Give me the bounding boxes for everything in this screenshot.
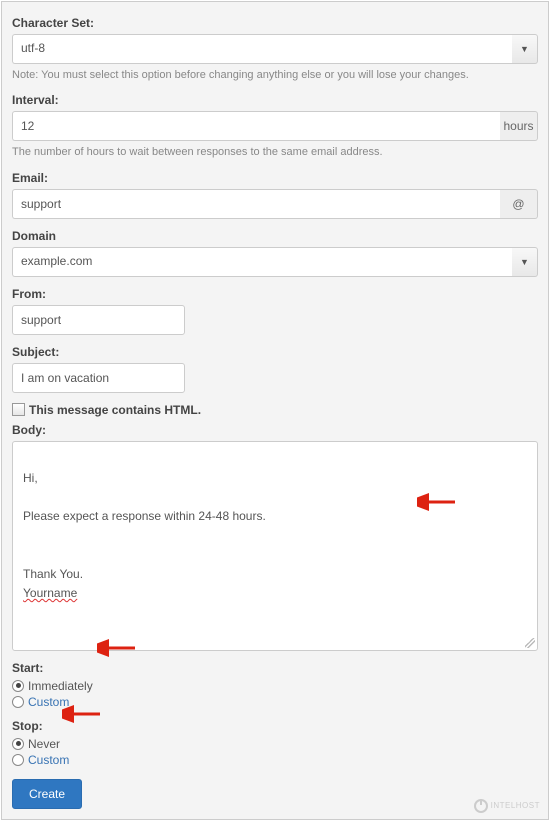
subject-label: Subject:	[12, 345, 538, 359]
charset-group: Character Set: utf-8 ▼ Note: You must se…	[12, 16, 538, 83]
start-group: Start: Immediately Custom	[12, 661, 538, 709]
domain-label: Domain	[12, 229, 538, 243]
body-textarea[interactable]: Hi, Please expect a response within 24-4…	[12, 441, 538, 651]
body-line4: Yourname	[23, 586, 77, 600]
subject-input[interactable]	[12, 363, 185, 393]
interval-label: Interval:	[12, 93, 538, 107]
interval-unit: hours	[500, 111, 538, 141]
start-label: Start:	[12, 661, 538, 675]
interval-group: Interval: hours The number of hours to w…	[12, 93, 538, 160]
html-checkbox-line[interactable]: This message contains HTML.	[12, 403, 538, 417]
body-line1: Hi,	[23, 471, 38, 485]
radio-icon[interactable]	[12, 754, 24, 766]
body-line3: Thank You.	[23, 567, 83, 581]
watermark: INTELHOST	[474, 799, 540, 813]
charset-value: utf-8	[12, 34, 512, 64]
at-icon[interactable]: @	[500, 189, 538, 219]
from-input[interactable]	[12, 305, 185, 335]
interval-note: The number of hours to wait between resp…	[12, 145, 538, 160]
create-button[interactable]: Create	[12, 779, 82, 809]
html-checkbox-label: This message contains HTML.	[29, 403, 201, 417]
stop-label: Stop:	[12, 719, 538, 733]
interval-input-wrap: hours	[12, 111, 538, 141]
radio-icon[interactable]	[12, 680, 24, 692]
caret-down-icon[interactable]: ▼	[512, 247, 538, 277]
charset-label: Character Set:	[12, 16, 538, 30]
radio-icon[interactable]	[12, 738, 24, 750]
email-label: Email:	[12, 171, 538, 185]
stop-option-never[interactable]: Never	[12, 737, 538, 751]
caret-down-icon[interactable]: ▼	[512, 34, 538, 64]
stop-group: Stop: Never Custom	[12, 719, 538, 767]
subject-group: Subject:	[12, 345, 538, 393]
stop-option-label-0: Never	[28, 737, 60, 751]
from-label: From:	[12, 287, 538, 301]
charset-note: Note: You must select this option before…	[12, 68, 538, 83]
domain-select[interactable]: example.com ▼	[12, 247, 538, 277]
body-label: Body:	[12, 423, 538, 437]
domain-group: Domain example.com ▼	[12, 229, 538, 277]
html-checkbox[interactable]	[12, 403, 25, 416]
charset-select[interactable]: utf-8 ▼	[12, 34, 538, 64]
email-group: Email: @	[12, 171, 538, 219]
email-input[interactable]	[12, 189, 500, 219]
autoresponder-form: Character Set: utf-8 ▼ Note: You must se…	[1, 1, 549, 820]
start-option-label-1: Custom	[28, 695, 69, 709]
domain-value: example.com	[12, 247, 512, 277]
start-option-label-0: Immediately	[28, 679, 93, 693]
radio-icon[interactable]	[12, 696, 24, 708]
interval-input[interactable]	[12, 111, 500, 141]
watermark-text: INTELHOST	[491, 801, 540, 810]
resize-handle-icon[interactable]	[525, 638, 535, 648]
from-group: From:	[12, 287, 538, 335]
start-option-immediately[interactable]: Immediately	[12, 679, 538, 693]
stop-option-custom[interactable]: Custom	[12, 753, 538, 767]
body-line2: Please expect a response within 24-48 ho…	[23, 509, 266, 523]
watermark-logo-icon	[474, 799, 488, 813]
start-option-custom[interactable]: Custom	[12, 695, 538, 709]
email-input-wrap: @	[12, 189, 538, 219]
stop-option-label-1: Custom	[28, 753, 69, 767]
body-group: Body: Hi, Please expect a response withi…	[12, 423, 538, 651]
